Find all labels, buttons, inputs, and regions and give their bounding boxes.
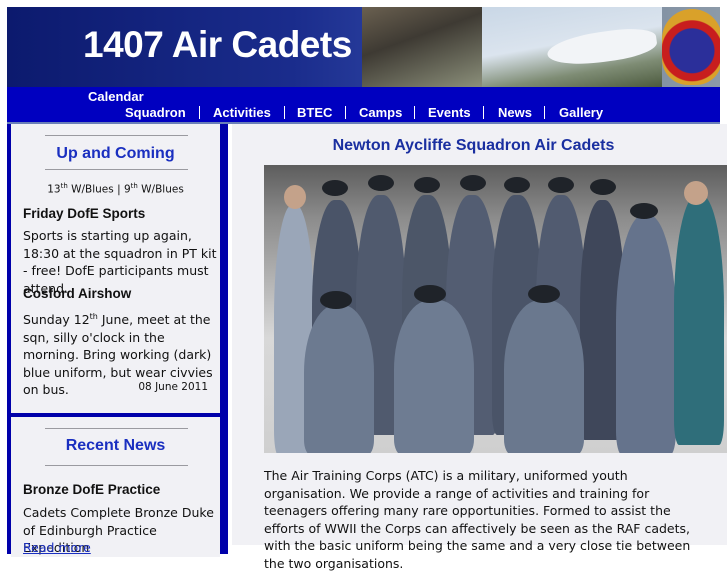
recent-news-heading: Recent News: [65, 437, 166, 454]
main-content: Newton Aycliffe Squadron Air Cadets The …: [232, 124, 727, 571]
event-title: Cosford Airshow: [23, 286, 132, 301]
nav-separator: [284, 106, 285, 119]
nav-btec[interactable]: BTEC: [297, 105, 332, 120]
nav-events[interactable]: Events: [428, 105, 471, 120]
nav-gallery[interactable]: Gallery: [559, 105, 603, 120]
page-title: Newton Aycliffe Squadron Air Cadets: [332, 137, 615, 154]
nav-separator: [414, 106, 415, 119]
sidebar: Up and Coming 13th W/Blues | 9th W/Blues…: [7, 124, 228, 557]
divider: [45, 135, 188, 136]
event-date: 08 June 2011: [138, 381, 208, 393]
atc-crest-icon: [662, 9, 720, 85]
news-title: Bronze DofE Practice: [23, 482, 161, 497]
header-banner: 1407 Air Cadets: [7, 7, 720, 87]
site-title: 1407 Air Cadets: [83, 24, 352, 65]
nav-news[interactable]: News: [498, 105, 532, 120]
upcoming-heading: Up and Coming: [56, 145, 175, 162]
recent-news-panel: Recent News Bronze DofE Practice Cadets …: [11, 417, 220, 557]
main-nav: Calendar Squadron Activities BTEC Camps …: [7, 87, 720, 124]
drill-dates: 13th W/Blues | 9th W/Blues: [47, 182, 184, 196]
nav-separator: [544, 106, 545, 119]
divider: [45, 169, 188, 170]
divider: [45, 428, 188, 429]
nav-camps[interactable]: Camps: [359, 105, 402, 120]
intro-paragraph: The Air Training Corps (ATC) is a milita…: [264, 468, 691, 571]
event-title: Friday DofE Sports: [23, 206, 146, 221]
nav-squadron[interactable]: Squadron: [125, 105, 186, 120]
divider: [45, 465, 188, 466]
squadron-group-photo: [264, 165, 727, 453]
nav-separator: [345, 106, 346, 119]
nav-calendar[interactable]: Calendar: [88, 89, 144, 104]
nav-activities[interactable]: Activities: [213, 105, 271, 120]
header-photo-kayak: [362, 7, 482, 87]
nav-separator: [483, 106, 484, 119]
nav-separator: [199, 106, 200, 119]
read-more-link[interactable]: Read more: [23, 539, 218, 557]
upcoming-panel: Up and Coming 13th W/Blues | 9th W/Blues…: [11, 124, 220, 413]
